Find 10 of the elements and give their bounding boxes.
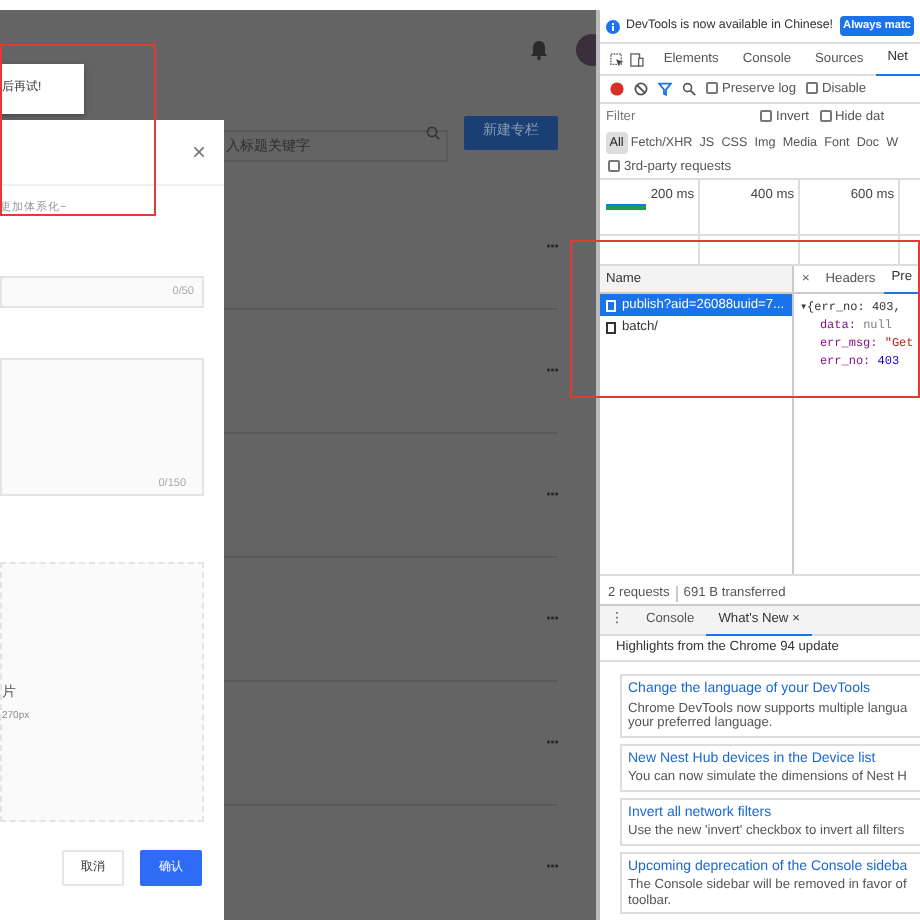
device-icon[interactable] (629, 51, 644, 67)
filter-icon[interactable] (658, 82, 672, 96)
bell-icon[interactable] (530, 40, 548, 60)
timing-bar (606, 204, 646, 210)
record-icon[interactable] (610, 82, 624, 96)
close-button[interactable]: × (191, 140, 206, 164)
clear-icon[interactable] (634, 82, 648, 96)
inspect-icon[interactable] (610, 51, 624, 67)
info-icon (606, 19, 620, 33)
search-icon[interactable] (682, 82, 696, 96)
